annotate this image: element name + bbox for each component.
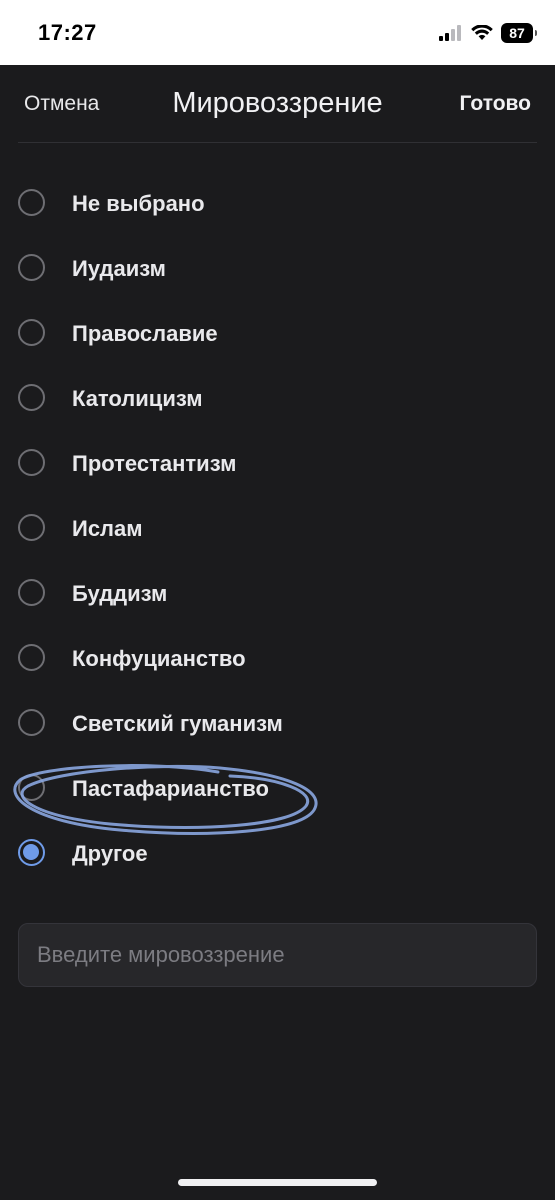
option-pastafarianism[interactable]: Пастафарианство <box>0 758 555 823</box>
option-label: Ислам <box>72 516 143 541</box>
done-button[interactable]: Готово <box>460 92 531 116</box>
option-protestantism[interactable]: Протестантизм <box>0 433 555 498</box>
option-label: Буддизм <box>72 581 168 606</box>
option-not-selected[interactable]: Не выбрано <box>0 173 555 238</box>
option-catholicism[interactable]: Католицизм <box>0 368 555 433</box>
radio-button[interactable] <box>18 254 45 281</box>
option-label: Протестантизм <box>72 451 237 476</box>
option-label: Пастафарианство <box>72 776 269 801</box>
radio-button[interactable] <box>18 644 45 671</box>
battery-icon: 87 <box>501 23 537 43</box>
worldview-options-list: Не выбрано Иудаизм Православие Католициз… <box>0 173 555 888</box>
status-bar: 17:27 87 <box>0 0 555 65</box>
home-indicator[interactable] <box>178 1179 377 1186</box>
option-label: Православие <box>72 321 218 346</box>
option-label: Другое <box>72 841 148 866</box>
navigation-bar: Отмена Мировоззрение Готово <box>0 65 555 143</box>
option-label: Католицизм <box>72 386 203 411</box>
radio-button-selected[interactable] <box>18 839 45 866</box>
worldview-input-container <box>18 923 537 987</box>
option-label: Конфуцианство <box>72 646 246 671</box>
option-orthodoxy[interactable]: Православие <box>0 303 555 368</box>
option-label: Не выбрано <box>72 191 205 216</box>
radio-button[interactable] <box>18 449 45 476</box>
radio-button[interactable] <box>18 514 45 541</box>
radio-button[interactable] <box>18 319 45 346</box>
radio-button[interactable] <box>18 709 45 736</box>
nav-divider <box>18 142 537 143</box>
radio-button[interactable] <box>18 189 45 216</box>
option-islam[interactable]: Ислам <box>0 498 555 563</box>
option-confucianism[interactable]: Конфуцианство <box>0 628 555 693</box>
option-judaism[interactable]: Иудаизм <box>0 238 555 303</box>
option-label: Иудаизм <box>72 256 166 281</box>
option-label: Светский гуманизм <box>72 711 283 736</box>
status-time: 17:27 <box>38 20 97 45</box>
wifi-icon <box>471 25 493 40</box>
cellular-signal-icon <box>439 25 461 41</box>
option-secular-humanism[interactable]: Светский гуманизм <box>0 693 555 758</box>
worldview-input[interactable] <box>19 924 536 986</box>
radio-button[interactable] <box>18 384 45 411</box>
option-other[interactable]: Другое <box>0 823 555 888</box>
option-buddhism[interactable]: Буддизм <box>0 563 555 628</box>
radio-button[interactable] <box>18 579 45 606</box>
status-icons: 87 <box>439 21 537 45</box>
radio-button[interactable] <box>18 774 45 801</box>
